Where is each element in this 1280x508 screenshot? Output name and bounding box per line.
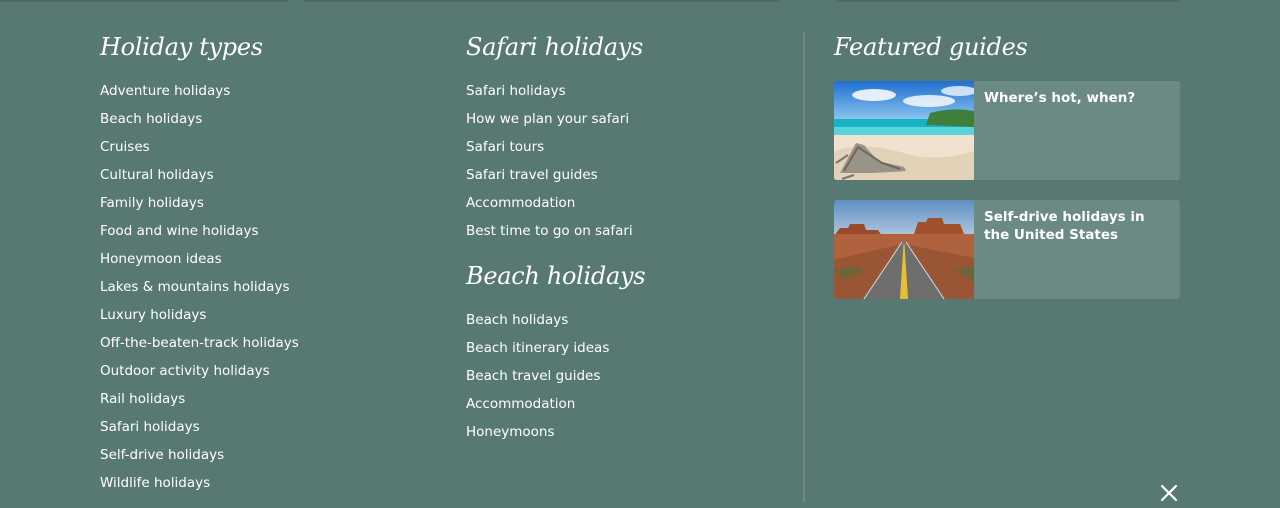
link-off-the-beaten-track-holidays[interactable]: Off-the-beaten-track holidays — [100, 335, 299, 351]
desert-road-photo — [834, 200, 974, 299]
list-item: Self-drive holidays — [100, 445, 430, 473]
holiday-types-heading: Holiday types — [100, 33, 263, 61]
list-item: Food and wine holidays — [100, 221, 430, 249]
list-item: Honeymoon ideas — [100, 249, 430, 277]
beach-holidays-list: Beach holidays Beach itinerary ideas Bea… — [466, 310, 796, 450]
link-safari-tours[interactable]: Safari tours — [466, 139, 544, 155]
link-safari-accommodation[interactable]: Accommodation — [466, 195, 575, 211]
list-item: Luxury holidays — [100, 305, 430, 333]
link-self-drive-holidays[interactable]: Self-drive holidays — [100, 447, 224, 463]
safari-beach-column: Safari holidays Safari holidays How we p… — [466, 30, 796, 450]
link-beach-itinerary-ideas[interactable]: Beach itinerary ideas — [466, 340, 609, 356]
list-item: Accommodation — [466, 193, 796, 221]
featured-guides-column: Featured guides Where’s hot, when? Self-… — [834, 30, 1180, 319]
guide-card-wheres-hot[interactable]: Where’s hot, when? — [834, 81, 1180, 180]
top-divider-left — [0, 0, 288, 2]
list-item: Beach holidays — [100, 109, 430, 137]
list-item: Wildlife holidays — [100, 473, 430, 501]
link-food-and-wine-holidays[interactable]: Food and wine holidays — [100, 223, 258, 239]
list-item: Best time to go on safari — [466, 221, 796, 249]
holiday-types-column: Holiday types Adventure holidays Beach h… — [100, 30, 430, 501]
list-item: Safari travel guides — [466, 165, 796, 193]
list-item: Safari tours — [466, 137, 796, 165]
link-beach-travel-guides[interactable]: Beach travel guides — [466, 368, 600, 384]
guide-card-title: Self-drive holidays in the United States — [984, 209, 1145, 243]
link-wildlife-holidays[interactable]: Wildlife holidays — [100, 475, 210, 491]
safari-holidays-list: Safari holidays How we plan your safari … — [466, 81, 796, 249]
list-item: Rail holidays — [100, 389, 430, 417]
list-item: Adventure holidays — [100, 81, 430, 109]
featured-guides-list: Where’s hot, when? Self-drive holidays i… — [834, 81, 1180, 299]
list-item: Beach travel guides — [466, 366, 796, 394]
list-item: Off-the-beaten-track holidays — [100, 333, 430, 361]
link-cultural-holidays[interactable]: Cultural holidays — [100, 167, 214, 183]
link-cruises[interactable]: Cruises — [100, 139, 150, 155]
link-best-time-to-go-on-safari[interactable]: Best time to go on safari — [466, 223, 633, 239]
safari-holidays-heading: Safari holidays — [466, 33, 644, 61]
link-beach-holidays-overview[interactable]: Beach holidays — [466, 312, 568, 328]
list-item: Safari holidays — [466, 81, 796, 109]
link-outdoor-activity-holidays[interactable]: Outdoor activity holidays — [100, 363, 270, 379]
link-beach-holidays[interactable]: Beach holidays — [100, 111, 202, 127]
link-rail-holidays[interactable]: Rail holidays — [100, 391, 185, 407]
link-safari-travel-guides[interactable]: Safari travel guides — [466, 167, 598, 183]
list-item: Beach itinerary ideas — [466, 338, 796, 366]
list-item: Cruises — [100, 137, 430, 165]
link-safari-holidays[interactable]: Safari holidays — [100, 419, 200, 435]
list-item: Outdoor activity holidays — [100, 361, 430, 389]
link-family-holidays[interactable]: Family holidays — [100, 195, 204, 211]
tropical-beach-photo — [834, 81, 974, 180]
list-item: Family holidays — [100, 193, 430, 221]
beach-holidays-heading: Beach holidays — [466, 262, 646, 290]
link-adventure-holidays[interactable]: Adventure holidays — [100, 83, 230, 99]
list-item: Safari holidays — [100, 417, 430, 445]
link-honeymoons[interactable]: Honeymoons — [466, 424, 555, 440]
link-how-we-plan-your-safari[interactable]: How we plan your safari — [466, 111, 629, 127]
top-divider-middle — [304, 0, 780, 2]
link-luxury-holidays[interactable]: Luxury holidays — [100, 307, 206, 323]
close-icon[interactable] — [1158, 482, 1180, 504]
list-item: Cultural holidays — [100, 165, 430, 193]
list-item: Honeymoons — [466, 422, 796, 450]
column-divider — [803, 32, 805, 502]
holiday-types-list: Adventure holidays Beach holidays Cruise… — [100, 81, 430, 501]
list-item: Lakes & mountains holidays — [100, 277, 430, 305]
link-safari-holidays-overview[interactable]: Safari holidays — [466, 83, 566, 99]
list-item: Accommodation — [466, 394, 796, 422]
link-honeymoon-ideas[interactable]: Honeymoon ideas — [100, 251, 222, 267]
list-item: How we plan your safari — [466, 109, 796, 137]
link-beach-accommodation[interactable]: Accommodation — [466, 396, 575, 412]
guide-card-title: Where’s hot, when? — [984, 90, 1136, 106]
list-item: Beach holidays — [466, 310, 796, 338]
link-lakes-mountains-holidays[interactable]: Lakes & mountains holidays — [100, 279, 289, 295]
featured-guides-heading: Featured guides — [834, 33, 1028, 61]
guide-card-self-drive-us[interactable]: Self-drive holidays in the United States — [834, 200, 1180, 299]
top-divider-right — [836, 0, 1180, 2]
